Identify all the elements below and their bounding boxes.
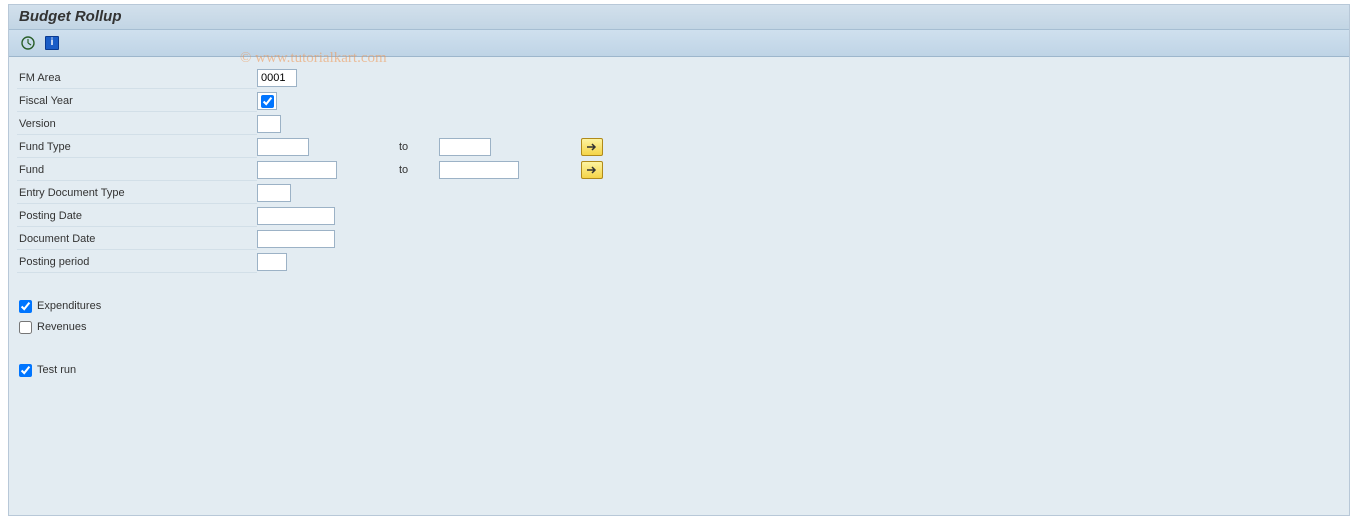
clock-execute-icon xyxy=(20,35,36,51)
fund-type-from-input[interactable] xyxy=(257,138,309,156)
arrow-right-icon xyxy=(586,142,598,152)
fund-type-range-button[interactable] xyxy=(581,138,603,156)
row-document-date: Document Date xyxy=(17,228,1341,250)
document-date-input[interactable] xyxy=(257,230,335,248)
label-test-run: Test run xyxy=(37,364,76,376)
label-entry-doc-type: Entry Document Type xyxy=(17,182,257,204)
fund-to-input[interactable] xyxy=(439,161,519,179)
row-fiscal-year: Fiscal Year xyxy=(17,90,1341,112)
fund-type-to-input[interactable] xyxy=(439,138,491,156)
title-bar: Budget Rollup xyxy=(9,5,1349,30)
row-entry-doc-type: Entry Document Type xyxy=(17,182,1341,204)
revenues-checkbox[interactable] xyxy=(19,321,32,334)
execute-button[interactable] xyxy=(19,34,37,52)
expenditures-checkbox[interactable] xyxy=(19,300,32,313)
label-fund: Fund xyxy=(17,159,257,181)
label-fm-area: FM Area xyxy=(17,67,257,89)
form-area: FM Area Fiscal Year Version Fund Type xyxy=(9,57,1349,515)
page-title: Budget Rollup xyxy=(19,8,121,25)
spacer xyxy=(17,274,1341,296)
row-expenditures: Expenditures xyxy=(17,296,1341,316)
spacer xyxy=(17,338,1341,360)
row-version: Version xyxy=(17,113,1341,135)
label-fiscal-year: Fiscal Year xyxy=(17,90,257,112)
fund-type-to-label: to xyxy=(399,141,439,153)
label-document-date: Document Date xyxy=(17,228,257,250)
fund-from-input[interactable] xyxy=(257,161,337,179)
fund-range-button[interactable] xyxy=(581,161,603,179)
fiscal-year-checkbox-wrap[interactable] xyxy=(257,92,277,110)
row-fund-type: Fund Type to xyxy=(17,136,1341,158)
entry-doc-type-input[interactable] xyxy=(257,184,291,202)
toolbar: i xyxy=(9,30,1349,57)
posting-date-input[interactable] xyxy=(257,207,335,225)
fm-area-input[interactable] xyxy=(257,69,297,87)
row-test-run: Test run xyxy=(17,360,1341,380)
posting-period-input[interactable] xyxy=(257,253,287,271)
info-button[interactable]: i xyxy=(43,34,61,52)
arrow-right-icon xyxy=(586,165,598,175)
info-icon: i xyxy=(45,36,59,50)
version-input[interactable] xyxy=(257,115,281,133)
label-posting-period: Posting period xyxy=(17,251,257,273)
label-revenues: Revenues xyxy=(37,321,87,333)
fiscal-year-checkbox[interactable] xyxy=(261,95,274,108)
label-fund-type: Fund Type xyxy=(17,136,257,158)
label-version: Version xyxy=(17,113,257,135)
row-revenues: Revenues xyxy=(17,317,1341,337)
window-frame: Budget Rollup i FM Area Fiscal Year xyxy=(8,4,1350,516)
row-fm-area: FM Area xyxy=(17,67,1341,89)
row-posting-date: Posting Date xyxy=(17,205,1341,227)
row-posting-period: Posting period xyxy=(17,251,1341,273)
fund-to-label: to xyxy=(399,164,439,176)
test-run-checkbox[interactable] xyxy=(19,364,32,377)
label-posting-date: Posting Date xyxy=(17,205,257,227)
row-fund: Fund to xyxy=(17,159,1341,181)
label-expenditures: Expenditures xyxy=(37,300,101,312)
